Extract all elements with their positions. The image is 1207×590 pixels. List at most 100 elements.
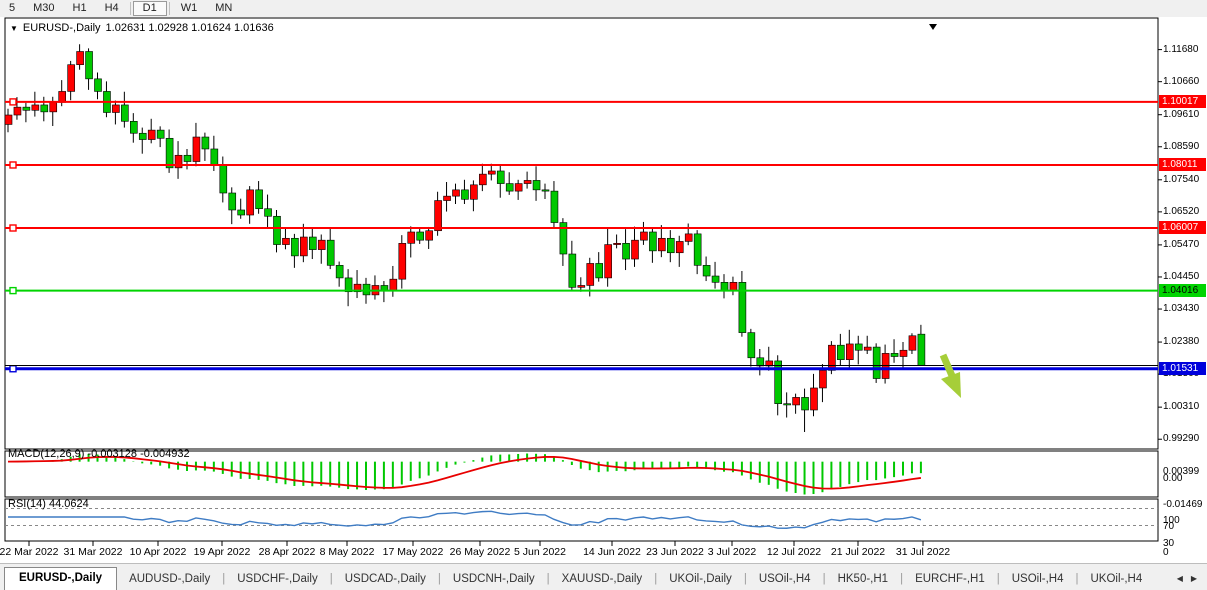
- candle-body: [417, 232, 424, 240]
- tab-usoil-h4[interactable]: USOil-,H4: [1000, 569, 1076, 590]
- candle-body: [694, 234, 701, 265]
- candle-body: [247, 190, 254, 215]
- candle-body: [855, 344, 862, 350]
- level-line-handle: [10, 288, 16, 294]
- candle-body: [282, 238, 289, 244]
- tab-audusd-daily[interactable]: AUDUSD-,Daily: [117, 569, 222, 590]
- tab-usoil-h4[interactable]: USOil-,H4: [747, 569, 823, 590]
- candle-body: [461, 190, 468, 199]
- date-axis-label: 26 May 2022: [450, 546, 511, 558]
- date-axis-label: 31 Mar 2022: [64, 546, 123, 558]
- timeframe-button-d1[interactable]: D1: [133, 1, 167, 16]
- candle-body: [569, 254, 576, 287]
- candle-body: [426, 231, 433, 240]
- timeframe-button-5[interactable]: 5: [0, 1, 24, 16]
- tab-usdcnh-daily[interactable]: USDCNH-,Daily: [441, 569, 547, 590]
- tab-ukoil-h4[interactable]: UKOil-,H4: [1078, 569, 1154, 590]
- level-price-label: 1.08011: [1159, 158, 1206, 171]
- candle-body: [667, 238, 674, 252]
- date-axis-label: 23 Jun 2022: [646, 546, 704, 558]
- timeframe-button-mn[interactable]: MN: [206, 1, 241, 16]
- tab-usdcad-daily[interactable]: USDCAD-,Daily: [333, 569, 438, 590]
- candle-body: [14, 107, 21, 115]
- candle-body: [318, 240, 325, 249]
- tab-scroll-controls: ◀▶: [1177, 574, 1207, 590]
- price-axis-label: 1.02380: [1163, 336, 1199, 348]
- tab-eurchf-h1[interactable]: EURCHF-,H1: [903, 569, 997, 590]
- candle-body: [77, 51, 84, 64]
- candle-body: [265, 209, 272, 217]
- price-axis-label: 1.06520: [1163, 206, 1199, 218]
- timeframe-button-w1[interactable]: W1: [172, 1, 207, 16]
- tab-xauusd-daily[interactable]: XAUUSD-,Daily: [550, 569, 655, 590]
- level-price-label: 1.04016: [1159, 284, 1206, 297]
- price-axis-label: 1.07540: [1163, 174, 1199, 186]
- candle-body: [32, 105, 39, 110]
- main-panel-frame: [5, 18, 1158, 449]
- candle-body: [748, 333, 755, 358]
- tab-usdchf-daily[interactable]: USDCHF-,Daily: [225, 569, 330, 590]
- candle-body: [238, 210, 245, 215]
- date-axis-label: 10 Apr 2022: [130, 546, 187, 558]
- symbol-tabbar: EURUSD-,DailyAUDUSD-,Daily|USDCHF-,Daily…: [0, 563, 1207, 590]
- tab-scroll-left-icon[interactable]: ◀: [1177, 574, 1183, 583]
- candle-body: [873, 347, 880, 378]
- candle-body: [59, 91, 66, 102]
- candle-body: [256, 190, 263, 209]
- chart-area[interactable]: ▼ EURUSD-,Daily 1.02631 1.02928 1.01624 …: [0, 17, 1207, 563]
- tab-scroll-right-icon[interactable]: ▶: [1191, 574, 1197, 583]
- macd-axis-label: -0.01469: [1163, 499, 1202, 511]
- candle-body: [363, 284, 370, 295]
- candle-body: [721, 282, 728, 290]
- tab-hk50-h1[interactable]: HK50-,H1: [826, 569, 901, 590]
- toolbar-separator: [169, 2, 170, 15]
- price-axis-label: 1.10660: [1163, 76, 1199, 88]
- candle-body: [864, 347, 871, 350]
- timeframe-button-h1[interactable]: H1: [64, 1, 96, 16]
- candle-body: [23, 107, 30, 110]
- timeframe-button-m30[interactable]: M30: [24, 1, 63, 16]
- candle-body: [327, 240, 334, 265]
- candle-body: [551, 191, 558, 222]
- candle-body: [533, 180, 540, 189]
- candle-body: [121, 105, 128, 121]
- candle-body: [784, 404, 791, 405]
- candle-body: [802, 397, 809, 410]
- mt4-window: { "toolbar": { "timeframes": [ {"label":…: [0, 0, 1207, 589]
- price-axis-label: 0.99290: [1163, 433, 1199, 445]
- candle-body: [86, 51, 93, 78]
- candle-body: [828, 345, 835, 370]
- candle-body: [837, 345, 844, 359]
- candle-body: [614, 243, 621, 244]
- level-line-handle: [10, 99, 16, 105]
- timeframe-button-h4[interactable]: H4: [96, 1, 128, 16]
- candle-body: [68, 65, 75, 92]
- level-price-label: 1.06007: [1159, 221, 1206, 234]
- candle-body: [891, 353, 898, 356]
- candle-body: [605, 245, 612, 278]
- candle-body: [506, 184, 513, 192]
- candle-body: [202, 137, 209, 149]
- candle-body: [578, 285, 585, 287]
- candle-body: [712, 276, 719, 282]
- candle-body: [229, 193, 236, 210]
- candle-body: [640, 232, 647, 240]
- chart-title: ▼ EURUSD-,Daily 1.02631 1.02928 1.01624 …: [10, 22, 274, 34]
- candle-body: [41, 105, 48, 112]
- candle-body: [184, 155, 191, 161]
- tab-ukoil-daily[interactable]: UKOil-,Daily: [657, 569, 744, 590]
- date-axis-label: 19 Apr 2022: [194, 546, 251, 558]
- candle-body: [811, 388, 818, 410]
- tab-eurusd-daily[interactable]: EURUSD-,Daily: [4, 567, 117, 590]
- symbol-dropdown-icon[interactable]: ▼: [10, 24, 18, 33]
- candle-body: [50, 102, 57, 111]
- price-axis-label: 1.08590: [1163, 141, 1199, 153]
- chart-canvas[interactable]: [0, 17, 1207, 563]
- price-axis-label: 1.03430: [1163, 303, 1199, 315]
- candle-body: [274, 216, 281, 244]
- candle-body: [632, 240, 639, 259]
- date-axis-label: 17 May 2022: [383, 546, 444, 558]
- candle-body: [157, 130, 164, 138]
- candle-body: [336, 265, 343, 278]
- candle-body: [453, 190, 460, 196]
